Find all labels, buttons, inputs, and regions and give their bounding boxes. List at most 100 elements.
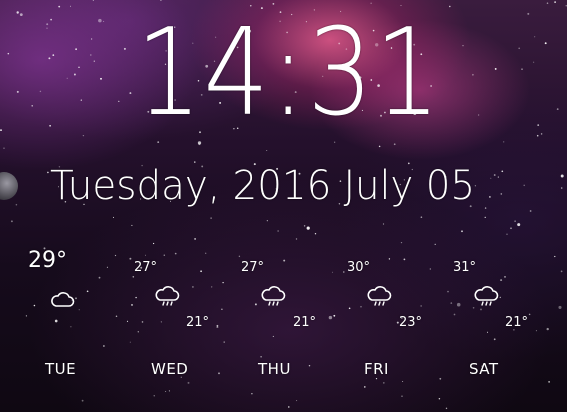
star — [533, 61, 535, 63]
star — [494, 67, 497, 70]
star — [75, 48, 77, 51]
star — [529, 210, 532, 212]
star — [333, 314, 336, 317]
star — [439, 377, 442, 380]
star — [456, 302, 461, 307]
star — [306, 226, 310, 230]
star — [503, 141, 505, 143]
star — [16, 11, 19, 14]
star — [211, 286, 213, 288]
star — [48, 57, 51, 60]
rain-cloud-icon — [155, 286, 180, 306]
star — [283, 259, 286, 262]
star — [160, 321, 162, 323]
forecast-day-wed: WED — [151, 360, 189, 378]
star — [477, 114, 480, 116]
star — [118, 100, 120, 103]
star — [46, 27, 48, 29]
star — [388, 258, 391, 260]
star — [518, 47, 521, 50]
star — [66, 77, 68, 79]
forecast-low-wed: 21° — [186, 315, 210, 330]
star — [165, 390, 167, 393]
star — [314, 233, 317, 235]
star — [521, 68, 523, 70]
star — [80, 99, 82, 101]
star — [490, 177, 492, 179]
star — [484, 207, 487, 209]
star — [375, 377, 378, 380]
star — [560, 187, 563, 189]
star — [46, 23, 49, 26]
forecast-high-fri: 30° — [347, 260, 371, 275]
star — [554, 1, 556, 3]
star — [534, 36, 536, 38]
star — [277, 230, 279, 232]
star — [535, 330, 537, 332]
star — [480, 308, 482, 311]
star — [129, 257, 132, 260]
star — [129, 341, 131, 343]
star — [461, 230, 463, 233]
star — [86, 290, 89, 293]
star — [25, 315, 28, 317]
star — [216, 326, 219, 329]
star — [89, 54, 92, 56]
star — [205, 252, 207, 254]
star — [266, 149, 268, 152]
star — [251, 392, 253, 395]
star — [7, 52, 10, 55]
star — [558, 305, 562, 309]
star — [528, 313, 531, 316]
star — [403, 258, 406, 261]
star — [544, 42, 547, 45]
star — [210, 217, 212, 219]
star — [187, 381, 190, 384]
star — [303, 225, 306, 227]
star — [510, 227, 512, 230]
clock-time: 14:31 — [136, 4, 443, 143]
star — [554, 255, 556, 258]
star — [260, 355, 262, 358]
star — [81, 399, 84, 402]
star — [103, 345, 105, 347]
star — [348, 307, 351, 310]
star — [131, 303, 133, 306]
star — [174, 252, 177, 255]
star — [0, 129, 2, 132]
star — [447, 290, 449, 293]
star — [462, 45, 464, 47]
star — [90, 38, 93, 40]
cloud-icon — [51, 292, 75, 307]
rain-cloud-icon — [261, 286, 286, 306]
star — [472, 73, 474, 76]
star — [382, 223, 385, 225]
star — [420, 305, 422, 307]
star — [486, 331, 489, 333]
star — [112, 216, 115, 218]
star — [523, 184, 525, 187]
star — [47, 171, 49, 174]
star — [328, 315, 333, 320]
star — [506, 233, 508, 235]
star — [223, 341, 225, 343]
star — [493, 338, 496, 341]
star — [499, 296, 501, 299]
star — [238, 255, 241, 258]
star — [137, 331, 139, 333]
forecast-low-thu: 21° — [293, 315, 317, 330]
star — [393, 143, 396, 146]
star — [19, 13, 23, 17]
star — [93, 60, 95, 62]
forecast-day-sat: SAT — [469, 360, 499, 378]
rain-cloud-icon — [474, 286, 499, 306]
star — [484, 216, 486, 218]
star — [98, 18, 102, 23]
star — [360, 305, 362, 308]
star — [123, 47, 126, 50]
star — [52, 54, 55, 56]
star — [560, 270, 563, 273]
star — [163, 254, 166, 256]
star — [434, 243, 436, 246]
star — [331, 271, 334, 273]
